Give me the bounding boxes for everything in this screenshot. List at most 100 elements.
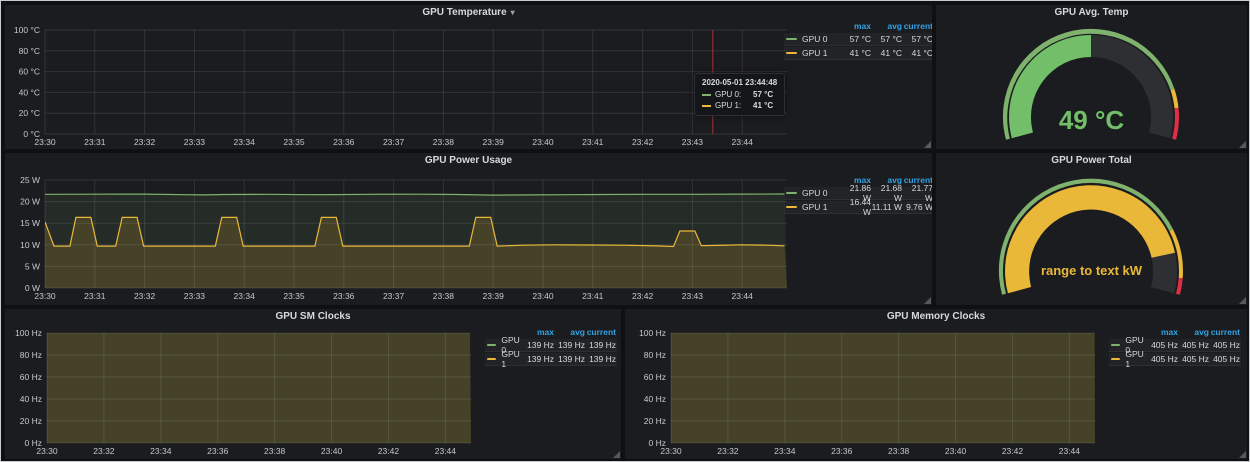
series-swatch-icon — [786, 206, 797, 208]
svg-text:23:44: 23:44 — [732, 291, 754, 301]
svg-text:23:30: 23:30 — [36, 446, 58, 456]
svg-text:23:39: 23:39 — [483, 137, 505, 147]
legend-row-gpu1: GPU 1 139 Hz 139 Hz 139 Hz — [485, 353, 617, 366]
legend-header-current[interactable]: current — [585, 327, 616, 337]
legend-header-current[interactable]: current — [1209, 327, 1240, 337]
legend-header-max[interactable]: max — [840, 21, 871, 31]
svg-text:23:36: 23:36 — [333, 291, 355, 301]
svg-text:60 Hz: 60 Hz — [20, 372, 42, 382]
svg-text:23:34: 23:34 — [774, 446, 796, 456]
panel-resize-handle[interactable] — [924, 297, 931, 304]
svg-text:23:40: 23:40 — [532, 291, 554, 301]
svg-text:100 Hz: 100 Hz — [15, 328, 42, 338]
panel-gpu-power-usage: GPU Power Usage 0 W5 W10 W15 W20 W25 W23… — [5, 153, 932, 305]
panel-gpu-sm-clocks: GPU SM Clocks 0 Hz20 Hz40 Hz60 Hz80 Hz10… — [5, 309, 621, 459]
svg-text:23:37: 23:37 — [383, 291, 405, 301]
svg-text:23:36: 23:36 — [207, 446, 229, 456]
svg-text:23:33: 23:33 — [184, 137, 206, 147]
legend-max-value: 139 Hz — [523, 340, 554, 350]
panel-title-text: GPU Temperature — [422, 7, 506, 18]
panel-title-gpu-memory-clocks[interactable]: GPU Memory Clocks — [625, 309, 1247, 325]
svg-text:5 W: 5 W — [25, 261, 40, 271]
svg-text:23:35: 23:35 — [283, 291, 305, 301]
tooltip-timestamp: 2020-05-01 23:44:48 — [702, 78, 777, 87]
series-swatch-icon — [1111, 344, 1120, 346]
grafana-dashboard: GPU Temperature▾ 0 °C20 °C40 °C60 °C80 °… — [0, 0, 1250, 462]
series-dash-icon — [702, 105, 711, 107]
panel-title-gpu-power-usage[interactable]: GPU Power Usage — [5, 153, 932, 169]
legend-header-max[interactable]: max — [1147, 327, 1178, 337]
legend-series-toggle-gpu0[interactable]: GPU 0 — [784, 34, 840, 44]
panel-resize-handle[interactable] — [924, 141, 931, 148]
legend-max-value: 405 Hz — [1147, 340, 1178, 350]
panel-title-gpu-sm-clocks[interactable]: GPU SM Clocks — [5, 309, 621, 325]
legend-current-value: 57 °C — [902, 34, 932, 44]
panel-gpu-memory-clocks: GPU Memory Clocks 0 Hz20 Hz40 Hz60 Hz80 … — [625, 309, 1247, 459]
svg-text:23:43: 23:43 — [682, 291, 704, 301]
svg-text:20 W: 20 W — [20, 197, 40, 207]
panel-gpu-temperature: GPU Temperature▾ 0 °C20 °C40 °C60 °C80 °… — [5, 5, 932, 149]
svg-text:23:40: 23:40 — [532, 137, 554, 147]
legend-series-toggle-gpu1[interactable]: GPU 1 — [485, 349, 523, 369]
legend-max-value: 41 °C — [840, 48, 871, 58]
panel-resize-handle[interactable] — [1239, 297, 1246, 304]
legend-max-value: 16.44 W — [840, 197, 871, 217]
panel-resize-handle[interactable] — [613, 451, 620, 458]
legend-current-value: 139 Hz — [585, 354, 616, 364]
legend-row-gpu1: GPU 1 405 Hz 405 Hz 405 Hz — [1109, 353, 1241, 366]
panel-title-gpu-power-total[interactable]: GPU Power Total — [936, 153, 1247, 169]
panel-title-gpu-temperature[interactable]: GPU Temperature ▾ — [5, 5, 932, 21]
panel-resize-handle[interactable] — [1239, 141, 1246, 148]
legend-header-avg[interactable]: avg — [1178, 327, 1209, 337]
svg-text:23:38: 23:38 — [433, 291, 455, 301]
svg-text:10 W: 10 W — [20, 240, 40, 250]
gauge-value-text: 49 °C — [936, 105, 1247, 136]
legend-header-current[interactable]: current — [902, 21, 932, 31]
legend-header-max[interactable]: max — [523, 327, 554, 337]
panel-gpu-avg-temp: GPU Avg. Temp 49 °C — [936, 5, 1247, 149]
legend-series-toggle-gpu1[interactable]: GPU 1 — [784, 202, 840, 212]
series-swatch-icon — [786, 38, 797, 40]
tooltip-row-gpu1: GPU 1: 41 °C — [702, 100, 777, 111]
svg-text:23:34: 23:34 — [150, 446, 172, 456]
legend-current-value: 139 Hz — [585, 340, 616, 350]
svg-text:23:35: 23:35 — [283, 137, 305, 147]
series-swatch-icon — [786, 52, 797, 54]
memory-clocks-legend: max avg current GPU 0 405 Hz 405 Hz 405 … — [1109, 325, 1241, 367]
svg-text:23:34: 23:34 — [234, 137, 256, 147]
legend-series-toggle-gpu1[interactable]: GPU 1 — [784, 48, 840, 58]
svg-text:100 Hz: 100 Hz — [639, 328, 666, 338]
legend-series-toggle-gpu0[interactable]: GPU 0 — [784, 188, 840, 198]
legend-avg-value: 57 °C — [871, 34, 902, 44]
svg-text:23:31: 23:31 — [84, 137, 106, 147]
svg-text:23:40: 23:40 — [321, 446, 343, 456]
svg-text:60 °C: 60 °C — [19, 67, 40, 77]
panel-title-gpu-avg-temp[interactable]: GPU Avg. Temp — [936, 5, 1247, 21]
svg-text:23:44: 23:44 — [1059, 446, 1081, 456]
legend-series-toggle-gpu1[interactable]: GPU 1 — [1109, 349, 1147, 369]
panel-gpu-power-total: GPU Power Total range to text kW — [936, 153, 1247, 305]
legend-row-gpu1: GPU 1 41 °C 41 °C 41 °C — [784, 47, 932, 60]
svg-text:40 °C: 40 °C — [19, 87, 40, 97]
legend-header-avg[interactable]: avg — [871, 21, 902, 31]
svg-text:20 Hz: 20 Hz — [20, 416, 42, 426]
svg-text:23:44: 23:44 — [732, 137, 754, 147]
svg-text:23:42: 23:42 — [632, 291, 654, 301]
series-swatch-icon — [786, 192, 797, 194]
svg-text:23:42: 23:42 — [378, 446, 400, 456]
tooltip-value: 41 °C — [753, 101, 773, 110]
svg-text:23:42: 23:42 — [1002, 446, 1024, 456]
legend-header-avg[interactable]: avg — [554, 327, 585, 337]
series-swatch-icon — [487, 358, 496, 360]
legend-max-value: 57 °C — [840, 34, 871, 44]
svg-text:23:30: 23:30 — [34, 291, 56, 301]
svg-text:80 Hz: 80 Hz — [20, 350, 42, 360]
svg-text:40 Hz: 40 Hz — [20, 394, 42, 404]
svg-text:25 W: 25 W — [20, 175, 40, 185]
svg-text:23:32: 23:32 — [134, 291, 156, 301]
panel-resize-handle[interactable] — [1239, 451, 1246, 458]
legend-max-value: 139 Hz — [523, 354, 554, 364]
power-total-gauge — [936, 169, 1247, 305]
legend-current-value: 9.76 W — [902, 202, 932, 212]
panel-menu-caret-icon[interactable]: ▾ — [511, 8, 515, 17]
